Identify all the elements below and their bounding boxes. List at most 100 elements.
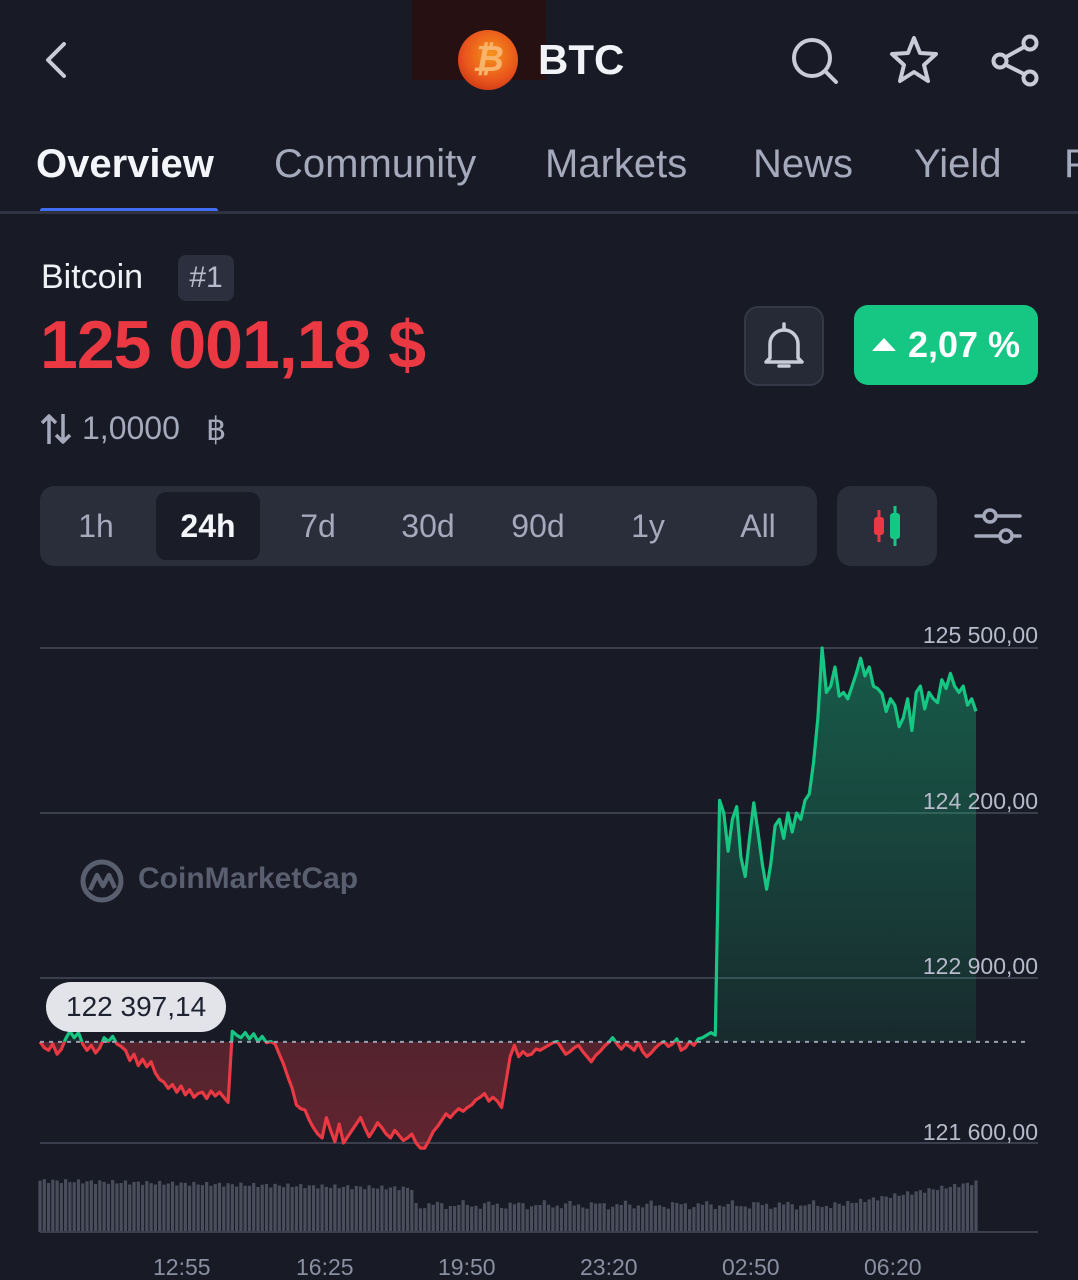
- volume-bar: [491, 1205, 495, 1232]
- range-30d[interactable]: 30d: [378, 492, 478, 560]
- volume-bar: [346, 1185, 350, 1232]
- volume-bar: [495, 1203, 499, 1232]
- volume-bar: [747, 1208, 752, 1232]
- volume-bar: [594, 1203, 598, 1232]
- range-90d[interactable]: 90d: [488, 492, 588, 560]
- volume-bar: [662, 1206, 666, 1232]
- conversion-unit: ฿: [206, 411, 227, 447]
- volume-bar: [756, 1202, 760, 1232]
- price-chart[interactable]: [0, 600, 1078, 1280]
- volume-bar: [760, 1205, 764, 1232]
- volume-bar: [944, 1188, 948, 1232]
- volume-bar: [641, 1207, 645, 1232]
- volume-bar: [286, 1183, 290, 1232]
- volume-bar: [303, 1188, 307, 1232]
- volume-bar: [807, 1204, 811, 1232]
- volume-bar: [906, 1191, 910, 1232]
- volume-bar: [683, 1203, 687, 1232]
- range-24h[interactable]: 24h: [156, 492, 260, 560]
- volume-bar: [722, 1206, 726, 1232]
- volume-bar: [474, 1205, 478, 1232]
- volume-bar: [568, 1200, 572, 1232]
- volume-bar: [183, 1182, 187, 1232]
- volume-bar: [816, 1205, 820, 1232]
- tab-more[interactable]: P: [1064, 142, 1078, 187]
- price-alert-button[interactable]: [744, 306, 824, 386]
- volume-bar: [829, 1208, 833, 1232]
- volume-bar: [606, 1209, 611, 1232]
- volume-bar: [440, 1203, 444, 1232]
- volume-bar: [42, 1179, 46, 1232]
- conversion-value[interactable]: 1,0000: [82, 410, 180, 447]
- x-tick-label: 02:50: [722, 1254, 780, 1280]
- volume-bar: [559, 1208, 564, 1232]
- volume-bar: [542, 1200, 546, 1232]
- volume-bar: [888, 1197, 893, 1232]
- tab-community[interactable]: Community: [274, 142, 476, 187]
- volume-bar: [427, 1203, 431, 1232]
- volume-bar: [585, 1208, 589, 1232]
- active-tab-indicator: [40, 208, 218, 211]
- y-tick-label: 124 200,00: [922, 788, 1038, 814]
- volume-bar: [786, 1202, 790, 1232]
- back-icon[interactable]: [34, 34, 84, 84]
- tab-yield[interactable]: Yield: [914, 142, 1001, 187]
- swap-arrows-icon[interactable]: [40, 412, 72, 446]
- volume-bar: [893, 1193, 897, 1232]
- volume-bar: [739, 1206, 743, 1232]
- volume-bar: [401, 1186, 405, 1232]
- range-7d[interactable]: 7d: [268, 492, 368, 560]
- volume-bar: [598, 1203, 602, 1232]
- tab-news[interactable]: News: [753, 142, 853, 187]
- range-1y[interactable]: 1y: [598, 492, 698, 560]
- volume-bar: [247, 1185, 252, 1232]
- tab-markets[interactable]: Markets: [545, 142, 687, 187]
- volume-bar: [615, 1204, 619, 1232]
- volume-bar: [307, 1185, 311, 1232]
- volume-bar: [452, 1206, 457, 1232]
- volume-bar: [200, 1185, 205, 1232]
- volume-bar: [859, 1198, 863, 1232]
- volume-bar: [636, 1205, 640, 1232]
- volume-bar: [192, 1181, 196, 1232]
- share-icon[interactable]: [988, 32, 1044, 88]
- volume-bar: [623, 1200, 628, 1232]
- volume-bar: [910, 1194, 914, 1232]
- star-icon[interactable]: [886, 32, 942, 88]
- volume-bar: [670, 1202, 675, 1232]
- volume-bar: [717, 1205, 722, 1232]
- volume-bar: [393, 1186, 397, 1232]
- volume-bar: [521, 1203, 525, 1232]
- volume-bar: [525, 1209, 529, 1232]
- volume-bar: [354, 1185, 358, 1232]
- volume-bar: [534, 1205, 538, 1232]
- volume-bar: [854, 1202, 858, 1232]
- volume-bar: [252, 1182, 256, 1232]
- volume-bar: [282, 1187, 286, 1232]
- volume-bar: [940, 1185, 944, 1232]
- x-tick-label: 16:25: [296, 1254, 354, 1280]
- volume-bar: [98, 1180, 102, 1232]
- volume-bar: [136, 1181, 140, 1232]
- volume-bar: [713, 1208, 717, 1232]
- volume-bar: [790, 1204, 794, 1232]
- volume-bar: [461, 1200, 465, 1232]
- chart-settings-icon[interactable]: [968, 496, 1028, 556]
- y-tick-label: 122 900,00: [922, 953, 1038, 979]
- volume-bar: [470, 1206, 474, 1232]
- range-1h[interactable]: 1h: [46, 492, 146, 560]
- volume-bar: [111, 1180, 115, 1232]
- volume-bar: [269, 1187, 273, 1232]
- search-icon[interactable]: [786, 32, 842, 88]
- range-all[interactable]: All: [708, 492, 808, 560]
- volume-bar: [102, 1181, 106, 1232]
- volume-bar: [132, 1181, 136, 1232]
- volume-bar: [329, 1187, 333, 1232]
- volume-bar: [55, 1180, 59, 1232]
- volume-bar: [175, 1185, 179, 1232]
- tab-overview[interactable]: Overview: [36, 142, 214, 187]
- volume-bar: [162, 1184, 166, 1232]
- candlestick-toggle-button[interactable]: [837, 486, 937, 566]
- volume-bar: [653, 1205, 658, 1232]
- volume-bar: [487, 1201, 491, 1232]
